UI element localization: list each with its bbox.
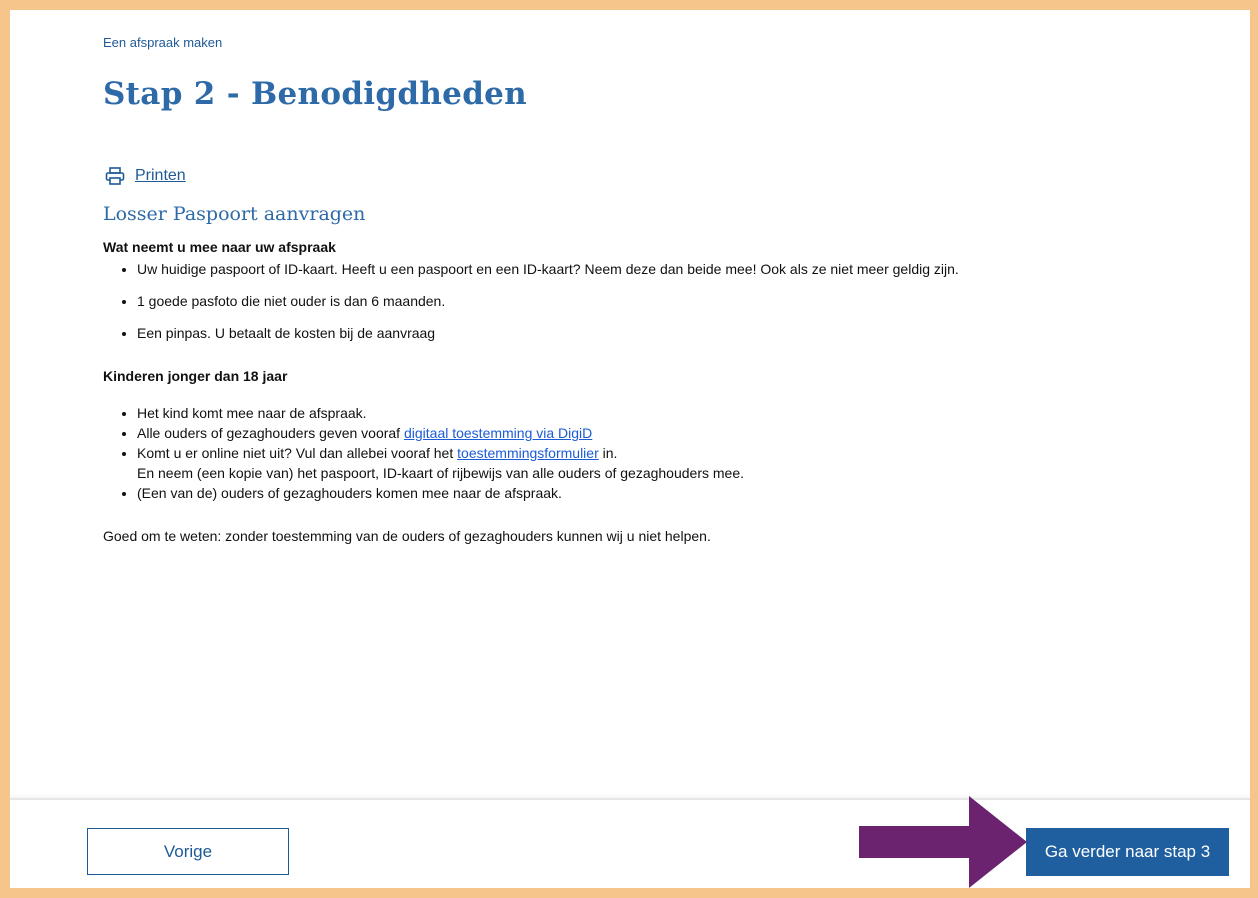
list-item-text: in. xyxy=(598,445,618,461)
previous-button[interactable]: Vorige xyxy=(87,828,289,875)
children-list: Het kind komt mee naar de afspraak. Alle… xyxy=(103,403,744,503)
arrow-right-icon xyxy=(859,796,1027,888)
page-frame: Een afspraak maken Stap 2 - Benodigdhede… xyxy=(10,10,1250,888)
page-title: Stap 2 - Benodigdheden xyxy=(103,76,528,112)
consent-note: Goed om te weten: zonder toestemming van… xyxy=(103,528,711,544)
list-item: (Een van de) ouders of gezaghouders kome… xyxy=(137,483,744,503)
list-item: Een pinpas. U betaalt de kosten bij de a… xyxy=(137,324,959,342)
breadcrumb[interactable]: Een afspraak maken xyxy=(103,35,222,50)
list-item-text: Alle ouders of gezaghouders geven vooraf xyxy=(137,425,404,441)
next-step-button[interactable]: Ga verder naar stap 3 xyxy=(1026,828,1229,876)
print-link[interactable]: Printen xyxy=(105,167,186,185)
list-item: Uw huidige paspoort of ID-kaart. Heeft u… xyxy=(137,260,959,278)
bring-list: Uw huidige paspoort of ID-kaart. Heeft u… xyxy=(103,260,959,356)
footer-bar: Vorige Ga verder naar stap 3 xyxy=(10,798,1250,888)
digid-consent-link[interactable]: digitaal toestemming via DigiD xyxy=(404,425,592,441)
list-item-text: En neem (een kopie van) het paspoort, ID… xyxy=(137,465,745,481)
consent-form-link[interactable]: toestemmingsformulier xyxy=(457,445,599,461)
list-item: 1 goede pasfoto die niet ouder is dan 6 … xyxy=(137,292,959,310)
print-label: Printen xyxy=(135,167,186,184)
list-item: Komt u er online niet uit? Vul dan alleb… xyxy=(137,443,744,483)
bring-heading: Wat neemt u mee naar uw afspraak xyxy=(103,239,336,255)
list-item-text: Komt u er online niet uit? Vul dan alleb… xyxy=(137,445,458,461)
printer-icon xyxy=(105,167,125,185)
list-item: Het kind komt mee naar de afspraak. xyxy=(137,403,744,423)
section-title: Losser Paspoort aanvragen xyxy=(103,203,366,225)
list-item: Alle ouders of gezaghouders geven vooraf… xyxy=(137,423,744,443)
children-heading: Kinderen jonger dan 18 jaar xyxy=(103,368,288,384)
